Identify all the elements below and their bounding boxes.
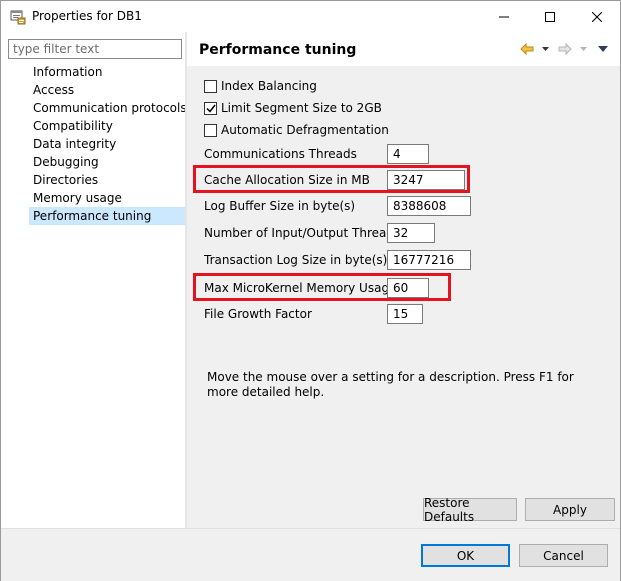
checkbox-box[interactable]	[204, 123, 217, 137]
tree-item-data-integrity[interactable]: Data integrity	[29, 135, 191, 153]
chevron-down-icon	[580, 47, 587, 51]
max-microkernel-memory-label: Max MicroKernel Memory Usage	[204, 281, 397, 295]
checkbox-box[interactable]	[204, 79, 217, 93]
restore-defaults-button[interactable]: Restore Defaults	[423, 496, 517, 524]
property-page: Performance tuning Index Balancing Limit…	[187, 32, 620, 528]
max-microkernel-memory-input[interactable]	[387, 278, 429, 298]
forward-arrow-icon	[558, 43, 572, 55]
tree-item-performance-tuning[interactable]: Performance tuning	[29, 207, 191, 225]
forward-dropdown[interactable]	[580, 41, 587, 57]
transaction-log-size-label: Transaction Log Size in byte(s)	[204, 253, 388, 267]
tree-item-debugging[interactable]: Debugging	[29, 153, 191, 171]
checkbox-box[interactable]	[204, 101, 217, 115]
ok-button[interactable]: OK	[421, 544, 510, 567]
io-threads-label: Number of Input/Output Threads	[204, 226, 401, 240]
communications-threads-input[interactable]	[387, 144, 429, 164]
properties-icon	[10, 9, 26, 25]
tree-item-memory-usage[interactable]: Memory usage	[29, 189, 191, 207]
page-title: Performance tuning	[199, 42, 357, 58]
close-button[interactable]	[574, 1, 620, 32]
communications-threads-label: Communications Threads	[204, 147, 357, 161]
close-icon	[592, 11, 602, 22]
view-menu-icon	[598, 46, 608, 52]
tree-item-information[interactable]: Information	[29, 63, 191, 81]
log-buffer-size-input[interactable]	[387, 196, 471, 216]
io-threads-input[interactable]	[387, 223, 435, 243]
checkbox-label: Automatic Defragmentation	[221, 123, 389, 137]
checkmark-icon	[205, 104, 216, 113]
maximize-icon	[545, 11, 555, 22]
file-growth-factor-label: File Growth Factor	[204, 307, 312, 321]
apply-button[interactable]: Apply	[525, 498, 615, 521]
properties-dialog: Properties for DB1 Information Access Co…	[0, 0, 621, 581]
view-menu-button[interactable]	[598, 41, 608, 57]
window-title: Properties for DB1	[32, 9, 142, 23]
index-balancing-checkbox[interactable]: Index Balancing	[204, 77, 317, 95]
page-header: Performance tuning	[187, 32, 620, 66]
cache-allocation-size-label: Cache Allocation Size in MB	[204, 173, 370, 187]
tree-item-access[interactable]: Access	[29, 81, 191, 99]
tree-item-directories[interactable]: Directories	[29, 171, 191, 189]
page-content: Index Balancing Limit Segment Size to 2G…	[187, 66, 620, 528]
checkbox-label: Limit Segment Size to 2GB	[221, 101, 382, 115]
checkbox-label: Index Balancing	[221, 79, 317, 93]
minimize-icon	[499, 16, 509, 17]
cache-allocation-size-input[interactable]	[387, 170, 465, 190]
filter-input[interactable]	[8, 39, 182, 59]
limit-segment-size-checkbox[interactable]: Limit Segment Size to 2GB	[204, 99, 382, 117]
dialog-footer: OK Cancel	[1, 528, 620, 581]
back-button[interactable]	[520, 41, 534, 57]
property-tree: Information Access Communication protoco…	[29, 63, 191, 225]
forward-button[interactable]	[558, 41, 572, 57]
log-buffer-size-label: Log Buffer Size in byte(s)	[204, 199, 356, 213]
back-dropdown[interactable]	[542, 41, 549, 57]
help-description: Move the mouse over a setting for a desc…	[207, 370, 574, 399]
cancel-button[interactable]: Cancel	[519, 544, 608, 567]
minimize-button[interactable]	[481, 1, 527, 32]
transaction-log-size-input[interactable]	[387, 250, 471, 270]
title-bar: Properties for DB1	[1, 1, 620, 32]
automatic-defragmentation-checkbox[interactable]: Automatic Defragmentation	[204, 121, 389, 139]
back-arrow-icon	[520, 43, 534, 55]
property-tree-pane: Information Access Communication protoco…	[1, 32, 191, 528]
maximize-button[interactable]	[527, 1, 573, 32]
tree-item-compatibility[interactable]: Compatibility	[29, 117, 191, 135]
file-growth-factor-input[interactable]	[387, 304, 423, 324]
chevron-down-icon	[542, 47, 549, 51]
tree-item-communication-protocols[interactable]: Communication protocols	[29, 99, 191, 117]
